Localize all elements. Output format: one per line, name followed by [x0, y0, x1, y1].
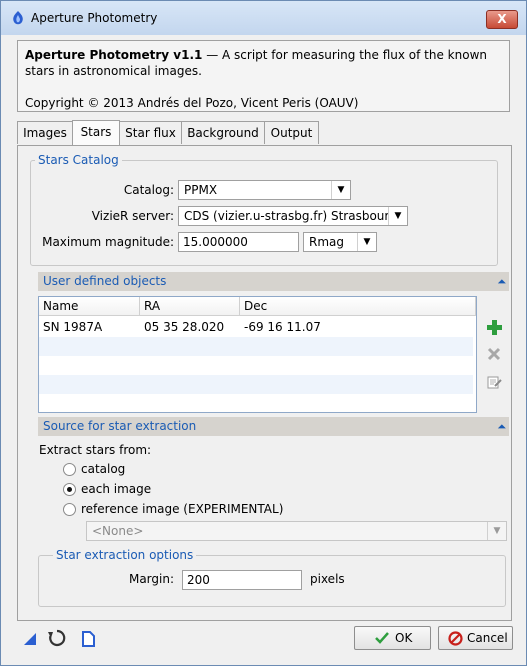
column-header-ra[interactable]: RA [140, 297, 240, 316]
ok-button[interactable]: OK [354, 626, 431, 650]
documentation-icon[interactable] [79, 630, 97, 648]
extraction-options-group: Star extraction options Margin: 200 pixe… [38, 548, 506, 607]
user-objects-section-bar[interactable]: User defined objects ⏶ [38, 272, 509, 291]
margin-unit-label: pixels [310, 572, 345, 586]
ok-label: OK [395, 631, 413, 645]
info-box: Aperture Photometry v1.1 — A script for … [17, 40, 510, 112]
window-title: Aperture Photometry [31, 11, 158, 25]
radio-catalog[interactable] [63, 463, 76, 476]
radio-reference-image[interactable] [63, 503, 76, 516]
catalog-label: Catalog: [123, 183, 174, 197]
chevron-down-icon: ▼ [331, 181, 350, 199]
cancel-icon [448, 631, 463, 646]
empty-row [39, 375, 473, 394]
radio-each-image-label[interactable]: each image [81, 482, 151, 496]
column-header-name[interactable]: Name [39, 297, 140, 316]
source-title: Source for star extraction [43, 419, 197, 433]
close-button[interactable]: X [486, 10, 518, 29]
remove-object-button[interactable] [484, 346, 504, 366]
copyright-text: Copyright © 2013 Andrés del Pozo, Vicent… [25, 96, 359, 110]
delete-icon [487, 347, 501, 361]
vizier-server-value: CDS (vizier.u-strasbg.fr) Strasbourg, I [184, 209, 408, 223]
extraction-options-title: Star extraction options [53, 548, 197, 562]
margin-label: Margin: [128, 572, 174, 586]
row-name: SN 1987A [43, 320, 103, 334]
vizier-server-label: VizieR server: [91, 209, 174, 223]
script-heading: Aperture Photometry v1.1 [25, 48, 203, 62]
vizier-server-select[interactable]: CDS (vizier.u-strasbg.fr) Strasbourg, I … [178, 206, 408, 226]
reset-icon[interactable] [47, 628, 67, 648]
empty-row [39, 337, 473, 356]
catalog-select[interactable]: PPMX ▼ [178, 180, 351, 200]
empty-row [39, 394, 473, 412]
row-ra: 05 35 28.020 [144, 320, 225, 334]
chevron-down-icon: ▼ [388, 207, 407, 225]
empty-row [39, 356, 473, 375]
plus-icon [487, 320, 502, 335]
chevron-down-icon: ▼ [357, 233, 376, 251]
user-objects-title: User defined objects [43, 274, 167, 288]
reference-image-value: <None> [92, 524, 144, 538]
stars-catalog-group: Stars Catalog Catalog: PPMX ▼ VizieR ser… [30, 153, 498, 266]
tab-stars[interactable]: Stars [72, 120, 120, 145]
title-bar[interactable]: Aperture Photometry X [1, 1, 526, 35]
cancel-button[interactable]: Cancel [438, 626, 513, 650]
close-icon: X [497, 12, 507, 26]
window: Aperture Photometry X Aperture Photometr… [0, 0, 527, 666]
tab-star-flux[interactable]: Star flux [119, 121, 182, 144]
column-header-dec[interactable]: Dec [240, 297, 476, 316]
tab-images[interactable]: Images [17, 121, 73, 144]
add-object-button[interactable] [484, 318, 504, 338]
edit-object-button[interactable] [484, 374, 504, 394]
edit-icon [487, 376, 502, 389]
cancel-label: Cancel [467, 631, 508, 645]
reference-image-select[interactable]: <None> ▼ [86, 521, 507, 541]
radio-each-image[interactable] [63, 483, 76, 496]
app-icon [13, 11, 23, 25]
tab-background[interactable]: Background [181, 121, 265, 144]
row-dec: -69 16 11.07 [244, 320, 321, 334]
table-row[interactable]: SN 1987A 05 35 28.020 -69 16 11.07 [39, 318, 473, 337]
stars-tab-panel: Stars Catalog Catalog: PPMX ▼ VizieR ser… [17, 145, 512, 621]
extract-from-label: Extract stars from: [39, 443, 152, 457]
user-objects-table[interactable]: Name RA Dec SN 1987A 05 35 28.020 -69 16… [38, 296, 477, 413]
magnitude-band-value: Rmag [309, 235, 344, 249]
magnitude-band-select[interactable]: Rmag ▼ [303, 232, 377, 252]
tab-output[interactable]: Output [264, 121, 319, 144]
source-section-bar[interactable]: Source for star extraction ⏶ [38, 417, 509, 436]
margin-input[interactable]: 200 [182, 570, 302, 590]
dialog-body: Aperture Photometry v1.1 — A script for … [9, 35, 520, 661]
catalog-value: PPMX [184, 183, 218, 197]
radio-reference-image-label[interactable]: reference image (EXPERIMENTAL) [81, 502, 283, 516]
new-instance-icon[interactable] [21, 630, 39, 648]
radio-catalog-label[interactable]: catalog [81, 462, 125, 476]
stars-catalog-title: Stars Catalog [35, 153, 122, 167]
max-magnitude-label: Maximum magnitude: [42, 235, 174, 249]
collapse-icon[interactable]: ⏶ [497, 272, 506, 291]
collapse-icon[interactable]: ⏶ [497, 417, 506, 436]
chevron-down-icon: ▼ [487, 522, 506, 540]
check-icon [375, 632, 389, 644]
max-magnitude-input[interactable]: 15.000000 [178, 232, 299, 252]
